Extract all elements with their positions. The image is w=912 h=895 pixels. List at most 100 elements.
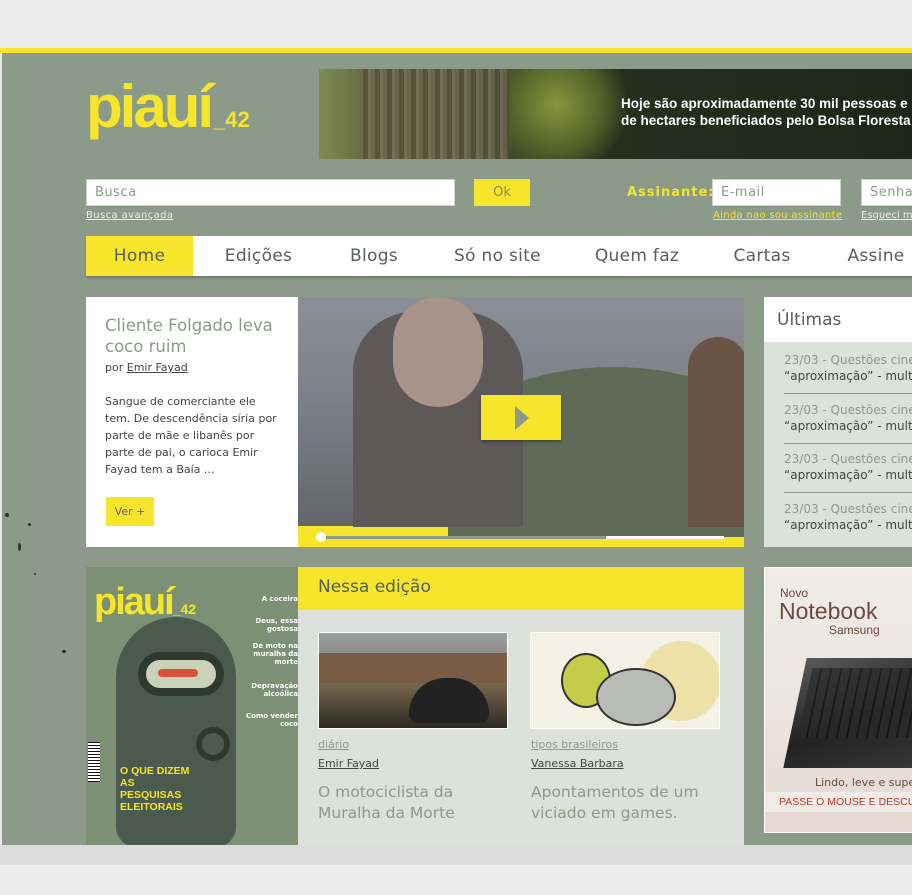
- latest-item-text: “aproximação” - multin: [784, 369, 912, 383]
- page-panel: piauí_42 Hoje são aproximadamente 30 mil…: [2, 53, 912, 845]
- speck: [34, 573, 36, 575]
- latest-item[interactable]: 23/03 - Questões cinem “aproximação” - m…: [784, 502, 912, 547]
- email-field[interactable]: [712, 179, 841, 206]
- ad-tagline: Lindo, leve e super: [815, 776, 912, 789]
- latest-header: Últimas: [764, 297, 912, 342]
- article-image[interactable]: [318, 632, 508, 729]
- ad-brand: Samsung: [829, 623, 880, 637]
- featured-description: Sangue de comerciante ele tem. De descen…: [105, 395, 277, 476]
- cover-headline: De moto na muralha da morte: [252, 642, 298, 666]
- featured-author-link[interactable]: Emir Fayad: [127, 361, 188, 374]
- cover-regulator: [196, 727, 230, 761]
- banner-tree-image: [359, 69, 509, 159]
- featured-byline: por Emir Fayad: [105, 361, 188, 374]
- latest-item[interactable]: 23/03 - Questões cinem “aproximação” - m…: [784, 403, 912, 453]
- cover-headline: Depravação alcoólica: [251, 682, 298, 698]
- latest-item-text: “aproximação” - multin: [784, 518, 912, 532]
- ad-call-to-action[interactable]: PASSE O MOUSE E DESCUB: [765, 792, 912, 812]
- video-progress-handle[interactable]: [316, 532, 326, 542]
- banner-line-2: de hectares beneficiados pelo Bolsa Flor…: [621, 113, 911, 128]
- latest-divider: [784, 492, 912, 493]
- password-field[interactable]: [861, 179, 912, 206]
- magazine-cover[interactable]: piauí_42 A coceira Deus, essa gostosa De…: [86, 567, 298, 845]
- latest-item-date: 23/03 - Questões cinem: [784, 403, 912, 417]
- search-input[interactable]: [86, 179, 455, 206]
- article-author-link[interactable]: Vanessa Barbara: [531, 757, 624, 770]
- cover-headline: Como vender coco: [246, 712, 298, 728]
- featured-title[interactable]: Cliente Folgado leva coco ruim: [105, 315, 295, 357]
- advanced-search-link[interactable]: Busca avançada: [86, 210, 173, 221]
- cover-barcode: [88, 742, 100, 782]
- ad-keyboard-image: [797, 668, 912, 738]
- video-progress-bar[interactable]: [316, 532, 724, 542]
- promo-banner[interactable]: Hoje são aproximadamente 30 mil pessoas …: [319, 69, 912, 159]
- top-margin: [0, 0, 912, 48]
- cover-logo-issue: _42: [172, 601, 197, 617]
- advertisement[interactable]: Novo Notebook Samsung Lindo, leve e supe…: [764, 567, 912, 833]
- main-nav: Home Edições Blogs Só no site Quem faz C…: [86, 236, 912, 276]
- latest-item-text: “aproximação” - multin: [784, 419, 912, 433]
- banner-text: Hoje são aproximadamente 30 mil pessoas …: [621, 95, 911, 129]
- speck: [28, 523, 31, 526]
- image-skull: [596, 668, 676, 726]
- banner-line-1: Hoje são aproximadamente 30 mil pessoas …: [621, 96, 908, 111]
- thumb-runner: [688, 337, 744, 527]
- article-category-link[interactable]: diário: [318, 738, 349, 751]
- image-motorcycle: [409, 678, 489, 723]
- latest-title: Últimas: [777, 310, 842, 330]
- article-image[interactable]: [530, 632, 720, 729]
- latest-item-date: 23/03 - Questões cinem: [784, 353, 912, 367]
- cover-logo-word: piauí: [94, 581, 175, 623]
- latest-item-text: “aproximação” - multin: [784, 468, 912, 482]
- ad-product-name: Notebook: [779, 598, 878, 624]
- article-title[interactable]: Apontamentos de um viciado em games.: [531, 782, 731, 824]
- cover-headline: A coceira: [261, 595, 298, 603]
- logo-word: piauí: [86, 73, 214, 140]
- image-wall: [319, 653, 507, 683]
- bottom-band: [0, 845, 912, 865]
- video-player[interactable]: [298, 297, 744, 547]
- nav-edicoes[interactable]: Edições: [193, 236, 324, 276]
- latest-item-date: 23/03 - Questões cinem: [784, 452, 912, 466]
- speck: [62, 650, 66, 653]
- read-more-button[interactable]: Ver +: [106, 497, 154, 526]
- cover-logo: piauí_42: [94, 581, 196, 624]
- logo-issue: _42: [213, 107, 250, 132]
- article-author-link[interactable]: Emir Fayad: [318, 757, 379, 770]
- site-logo[interactable]: piauí_42: [86, 77, 250, 137]
- play-button[interactable]: [481, 395, 561, 440]
- video-progress-fill: [318, 536, 607, 539]
- cover-fish: [158, 669, 198, 677]
- article-title[interactable]: O motociclista da Muralha da Morte: [318, 782, 518, 824]
- latest-divider: [784, 443, 912, 444]
- thumb-head: [393, 297, 483, 407]
- not-subscriber-link[interactable]: Ainda nao sou assinante: [713, 210, 842, 221]
- this-issue-header: Nessa edição: [298, 567, 744, 610]
- nav-assine[interactable]: Assine: [821, 236, 912, 276]
- byline-prefix: por: [105, 361, 124, 374]
- latest-panel: Últimas 23/03 - Questões cinem “aproxima…: [764, 297, 912, 547]
- nav-cartas[interactable]: Cartas: [703, 236, 821, 276]
- latest-item[interactable]: 23/03 - Questões cinem “aproximação” - m…: [784, 452, 912, 502]
- banner-leaf-image: [509, 69, 629, 159]
- search-ok-button[interactable]: Ok: [474, 179, 530, 206]
- forgot-password-link[interactable]: Esqueci minha senha: [861, 210, 912, 221]
- subscriber-label: Assinante:: [627, 185, 715, 200]
- cover-headline: Deus, essa gostosa: [255, 617, 298, 633]
- nav-quem-faz[interactable]: Quem faz: [571, 236, 703, 276]
- speck: [5, 513, 9, 517]
- footer-area: [0, 865, 912, 895]
- article-category-link[interactable]: tipos brasileiros: [531, 738, 618, 751]
- latest-divider: [784, 393, 912, 394]
- featured-card: Cliente Folgado leva coco ruim por Emir …: [86, 297, 298, 547]
- nav-so-no-site[interactable]: Só no site: [424, 236, 571, 276]
- this-issue-title: Nessa edição: [318, 577, 431, 597]
- cover-main-headline: O QUE DIZEM AS PESQUISAS ELEITORAIS: [120, 765, 190, 813]
- play-icon: [515, 406, 529, 430]
- nav-home[interactable]: Home: [86, 236, 193, 276]
- this-issue-section: Nessa edição diário Emir Fayad O motocic…: [298, 567, 744, 845]
- latest-item[interactable]: 23/03 - Questões cinem “aproximação” - m…: [784, 353, 912, 403]
- latest-item-date: 23/03 - Questões cinem: [784, 502, 912, 516]
- nav-blogs[interactable]: Blogs: [324, 236, 424, 276]
- speck: [18, 543, 21, 551]
